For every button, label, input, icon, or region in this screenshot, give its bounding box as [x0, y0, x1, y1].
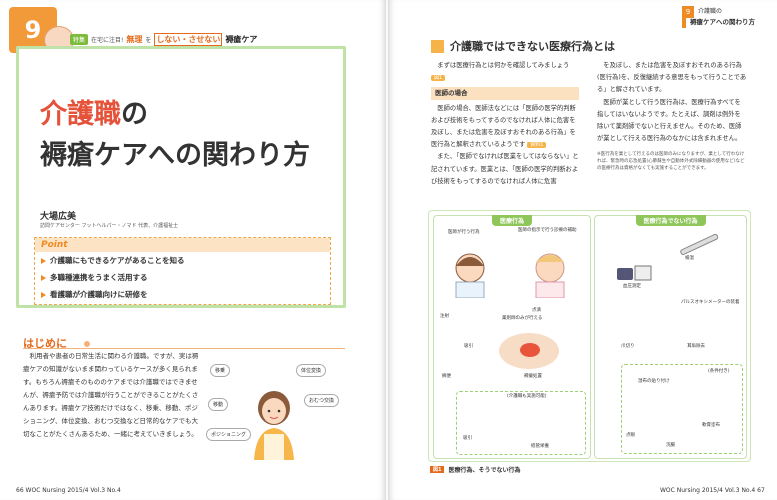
intro-body: 利用者や患者の日常生活に関わる介護職。ですが、実は褥瘡ケアの知識がないまま関わっ… — [23, 350, 203, 441]
figure-label: 爪切り — [621, 344, 635, 349]
figure-label: 湿布の貼り付け — [638, 379, 670, 384]
wound-care-icon — [499, 333, 559, 369]
point-text: 多職種連携をうまく活用する — [50, 273, 148, 282]
square-bullet-icon — [431, 39, 444, 53]
footnote: ※医行為を業として行えるのは医師のみになりますが、業として行わなければ、緊急時の… — [597, 152, 745, 172]
tab-line-1: 介護職の — [698, 8, 723, 15]
figure-label: (介護職も実施可能) — [507, 394, 547, 399]
point-item: 介護職にもできるケアがあることを知る — [35, 252, 330, 269]
paragraph: を及ぼし、または危害を及ぼすおそれのある行為(医行為)を、反復継続する意思をもっ… — [597, 62, 747, 94]
point-item: 多職種連携をうまく活用する — [35, 269, 330, 286]
caregiver-allowed-box: (介護職も実施可能) 吸引 経管栄養 — [456, 391, 586, 455]
figure-label: パルスオキシメーターの装着 — [681, 300, 740, 305]
tab-line-2: 褥瘡ケアへの関わり方 — [690, 18, 755, 26]
bubble-repositioning: 体位変換 — [296, 364, 327, 377]
figure-ref-tag: 図1 — [431, 75, 446, 82]
feature-small: 在宅に注目! — [91, 36, 124, 44]
paragraph: 医師が業として行う医行為は、医療行為すべてを指してはいないようです。たとえば、調… — [597, 98, 742, 143]
bubble-diaper: おむつ交換 — [304, 394, 340, 407]
thermometer-icon — [680, 233, 719, 256]
figure-panel-nonmedical: 医療行為でない行為 検温 血圧測定 パルスオキシメーターの装着 爪切り 耳垢除去… — [594, 215, 747, 459]
title-accent: 介護職 — [40, 99, 121, 130]
triangle-bullet-icon — [41, 257, 46, 264]
caregiver-woman-icon — [254, 391, 294, 460]
feature-boxed: しない・させない — [154, 32, 223, 46]
figure-label: (条件付き) — [708, 369, 730, 374]
triangle-bullet-icon — [41, 274, 46, 281]
title-particle: の — [121, 99, 148, 130]
author-name: 大場広美 — [40, 212, 77, 222]
bubble-movement: 移動 — [208, 398, 229, 411]
intro-paragraph: 利用者や患者の日常生活に関わる介護職。ですが、実は褥瘡ケアの知識がないまま関わっ… — [23, 352, 199, 438]
figure-label: 吸引 — [464, 344, 473, 349]
figure-label: 浣腸 — [666, 443, 675, 448]
paragraph: まずは医療行為とは何かを確認してみましょう — [437, 62, 570, 69]
figure-caption-tag: 図1 — [430, 466, 445, 473]
figure-label: 褥瘡処置 — [524, 374, 542, 379]
right-footer: WOC Nursing 2015/4 Vol.3 No.4 67 — [660, 487, 765, 494]
point-box: Point 介護職にもできるケアがあることを知る 多職種連携をうまく活用する 看… — [34, 237, 331, 305]
figure-label: 点眼 — [626, 433, 635, 438]
magazine-spread: 9 特集 在宅に注目! 無理 を しない・させない 褥瘡ケア 介護職の 褥瘡ケア… — [0, 0, 777, 500]
figure-label: 点滴 — [532, 308, 541, 313]
title-line-1: 介護職の — [40, 98, 148, 132]
figure-label: 血圧測定 — [623, 284, 641, 289]
figure-label: 薬剤師のみが行える — [502, 316, 543, 321]
title-line-2: 褥瘡ケアへの関わり方 — [40, 140, 310, 171]
paragraph: また、「医師でなければ医業をしてはならない」と記されています。医業とは、「医師の… — [431, 153, 579, 185]
material-ref-tag: 資料1 — [527, 142, 547, 149]
section-title: 介護職ではできない医療行為とは — [431, 38, 615, 54]
chapter-tab: 9 介護職の 褥瘡ケアへの関わり方 — [682, 6, 764, 28]
blood-pressure-icon — [617, 265, 652, 281]
bubble-positioning: ポジショニング — [206, 428, 252, 441]
caregiver-illustration: 移乗 体位変換 移動 おむつ交換 ポジショニング — [204, 358, 354, 466]
section-title-text: 介護職ではできない医療行為とは — [450, 40, 615, 53]
feature-tag: 特集 — [70, 33, 89, 45]
feature-em: 無理 — [126, 34, 143, 44]
point-header: Point — [35, 238, 330, 252]
section-dot — [84, 341, 90, 347]
figure-medical-acts: 医療行為 医師が行う行為 医師の指示で行う診療の補助 薬剤師のみが行える 摘便 … — [428, 210, 751, 462]
figure-panel-medical: 医療行為 医師が行う行為 医師の指示で行う診療の補助 薬剤師のみが行える 摘便 … — [433, 215, 591, 459]
feature-bar: 特集 在宅に注目! 無理 を しない・させない 褥瘡ケア — [70, 32, 346, 46]
point-item: 看護職が介護職向けに研修を — [35, 286, 330, 303]
point-text: 介護職にもできるケアがあることを知る — [50, 256, 185, 265]
bubble-transfer: 移乗 — [210, 364, 231, 377]
paragraph: 医師の場合、医師法などには「医師の医学的判断および技術をもってするのでなければ人… — [431, 104, 576, 149]
conditional-box: (条件付き) 湿布の貼り付け 点眼 軟膏塗布 浣腸 — [621, 364, 743, 454]
feature-mid: を — [145, 36, 152, 44]
panel-header: 医療行為でない行為 — [635, 215, 706, 226]
figure-label: 検温 — [685, 256, 694, 261]
figure-label: 医師の指示で行う診療の補助 — [518, 228, 577, 233]
figure-label: 注射 — [440, 314, 449, 319]
figure-caption: 図1 医療行為、そうでない行為 — [430, 465, 521, 474]
figure-label: 吸引 — [463, 436, 472, 441]
section-divider — [23, 348, 345, 349]
author-affiliation: 訪問ケアセンター フットヘルパー・ノマド 代表、介護福祉士 — [40, 223, 179, 229]
triangle-bullet-icon — [41, 291, 46, 298]
doctor-nurse-icon — [455, 253, 565, 298]
left-footer: 66 WOC Nursing 2015/4 Vol.3 No.4 — [16, 487, 121, 494]
panel-header: 医療行為 — [491, 215, 533, 226]
right-column-1: まずは医療行為とは何かを確認してみましょう 図1 医師の場合 医師の場合、医師法… — [431, 60, 579, 188]
right-column-2: を及ぼし、または危害を及ぼすおそれのある行為(医行為)を、反復継続する意思をもっ… — [597, 60, 747, 172]
figure-label: 経管栄養 — [531, 444, 549, 449]
subheading: 医師の場合 — [431, 87, 579, 100]
point-text: 看護職が介護職向けに研修を — [50, 290, 148, 299]
figure-label: 摘便 — [442, 374, 451, 379]
feature-main: 褥瘡ケア — [225, 34, 258, 44]
figure-caption-text: 医療行為、そうでない行為 — [448, 467, 521, 474]
figure-label: 軟膏塗布 — [702, 423, 720, 428]
figure-label: 耳垢除去 — [687, 344, 705, 349]
figure-label: 医師が行う行為 — [448, 230, 480, 235]
